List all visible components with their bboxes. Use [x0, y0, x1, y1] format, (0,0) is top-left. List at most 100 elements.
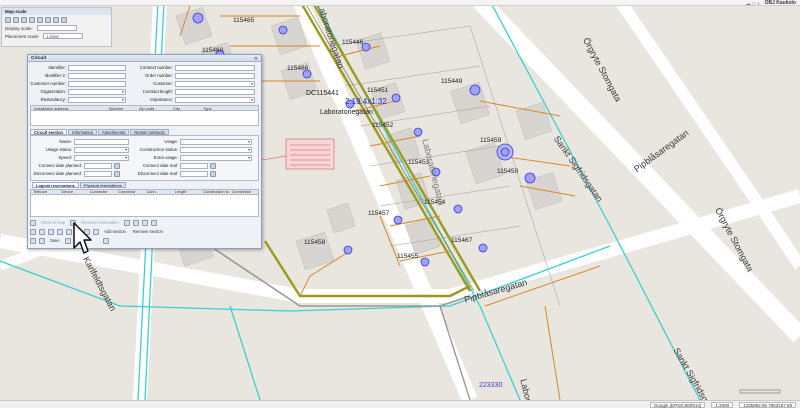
device-label: DC115441	[306, 90, 339, 97]
column-header[interactable]: Device	[59, 190, 87, 194]
parcel-label: 115446	[342, 39, 364, 46]
placement-scale-input[interactable]: 1:2000	[43, 33, 84, 39]
column-header[interactable]: Installation address	[31, 106, 106, 111]
parcel-label: 115457	[368, 210, 390, 217]
reservation-table-body[interactable]	[30, 195, 259, 217]
projection-label: Google (EPSG:900913)	[649, 402, 706, 408]
info-icon[interactable]	[45, 16, 51, 23]
parcel-label: 115450	[497, 168, 519, 175]
first-icon[interactable]	[30, 237, 36, 244]
disconnect-planned-input[interactable]	[84, 170, 112, 177]
column-header[interactable]: Conn.	[145, 190, 173, 194]
tool-icon[interactable]	[123, 219, 130, 226]
field-label: Speed:	[58, 155, 72, 160]
contract-length-input[interactable]	[175, 88, 255, 95]
mouse-cursor-icon	[73, 222, 92, 254]
connect-planned-row: Connect date planned:	[32, 162, 120, 169]
column-header[interactable]: City	[170, 106, 200, 111]
parcel-label: 115458	[304, 239, 326, 246]
order-number-input[interactable]	[175, 72, 255, 79]
field-label: Extra usage:	[153, 155, 178, 160]
disconnect-real-input[interactable]	[180, 170, 208, 177]
show-in-map-icon[interactable]	[30, 219, 36, 226]
customer-select[interactable]	[175, 80, 255, 87]
connect-real-input[interactable]	[180, 162, 208, 169]
field-label: Connect date real:	[142, 163, 178, 168]
tool-icon[interactable]	[141, 219, 148, 226]
calendar-icon[interactable]	[210, 170, 216, 177]
placement-scale-row: Placement scale: 1:2000	[2, 32, 111, 40]
pan-icon[interactable]	[21, 16, 27, 23]
layers-icon[interactable]	[61, 16, 67, 23]
tab-physical-reservations[interactable]: Physical reservations	[79, 182, 126, 188]
zoom-in-icon[interactable]	[5, 16, 11, 23]
close-icon[interactable]: ✕	[254, 56, 258, 62]
measure-icon[interactable]	[37, 16, 43, 23]
calendar-icon[interactable]	[114, 162, 120, 169]
column-header[interactable]: Number	[106, 106, 136, 111]
importance-select[interactable]	[175, 96, 255, 103]
extra-usage-select[interactable]	[180, 154, 252, 161]
identifier2-input[interactable]	[68, 72, 126, 79]
usage-select[interactable]	[180, 138, 252, 145]
section-name-input[interactable]	[74, 138, 129, 145]
reservation-actions: Show in map Remove reservation	[30, 219, 157, 226]
tool-icon[interactable]	[150, 219, 157, 226]
connect-planned-input[interactable]	[84, 162, 112, 169]
identifier-row: Identifier:	[30, 64, 126, 71]
field-label: Order number:	[145, 73, 173, 78]
select-icon[interactable]	[29, 16, 35, 23]
address-table-body[interactable]	[30, 111, 259, 126]
construction-status-select[interactable]	[180, 146, 252, 153]
column-header[interactable]: Telecom premises	[31, 190, 59, 199]
speed-select[interactable]	[74, 154, 129, 161]
identifier-input[interactable]	[68, 64, 126, 71]
contract-length-row: Contract length:	[133, 88, 255, 95]
calendar-icon[interactable]	[114, 170, 120, 177]
prev-icon[interactable]	[39, 237, 45, 244]
redundancy-select[interactable]	[68, 96, 126, 103]
display-scale-row: Display scale:	[2, 24, 111, 32]
connect-real-row: Connect date real:	[136, 162, 216, 169]
contract-number-input[interactable]	[175, 64, 255, 71]
add-section-icon[interactable]	[93, 228, 99, 235]
customer-number-input[interactable]	[68, 80, 126, 87]
column-header[interactable]: Zip code	[136, 106, 170, 111]
column-header[interactable]: Connector	[116, 190, 144, 194]
zoom-readout[interactable]: 1:2000	[711, 402, 734, 408]
delete-icon[interactable]	[57, 228, 63, 235]
zoom-out-icon[interactable]	[13, 16, 19, 23]
next-icon[interactable]	[64, 237, 71, 244]
print-icon[interactable]	[53, 16, 59, 23]
column-header[interactable]: Length	[173, 190, 201, 194]
organization-select[interactable]	[68, 88, 126, 95]
nav-icon[interactable]	[30, 228, 36, 235]
field-label: Customer:	[153, 81, 173, 86]
footer-actions: Save	[30, 237, 109, 244]
tool-icon[interactable]	[132, 219, 139, 226]
extra-usage-row: Extra usage:	[136, 154, 252, 161]
order-number-row: Order number:	[133, 72, 255, 79]
display-scale-input[interactable]	[36, 25, 77, 31]
add-section-button[interactable]: Add section	[102, 229, 128, 234]
save-icon[interactable]	[39, 228, 45, 235]
column-header[interactable]: Type	[200, 106, 230, 111]
copy-icon[interactable]	[48, 228, 54, 235]
field-label: Disconnect date planned:	[33, 171, 83, 176]
column-header[interactable]: Connection det.	[230, 190, 258, 199]
parcel-label: 115460	[202, 47, 224, 54]
tab-logical-reservations[interactable]: Logical reservations	[32, 182, 79, 188]
field-label: Disconnect date real:	[137, 171, 178, 176]
usage-status-select[interactable]	[74, 146, 129, 153]
show-in-map-button[interactable]: Show in map	[39, 220, 67, 225]
display-scale-label: Display scale:	[5, 25, 33, 31]
reservation-tabs: Logical reservations Physical reservatio…	[32, 182, 126, 188]
parcel-label: 115465	[233, 17, 255, 24]
save-button[interactable]: Save	[48, 238, 62, 243]
column-header[interactable]: Connector	[88, 190, 116, 194]
column-header[interactable]: Construction st.	[201, 190, 229, 194]
field-label: Importance:	[150, 97, 173, 102]
sync-icon[interactable]	[102, 237, 109, 244]
remove-section-button[interactable]: Remove section	[131, 229, 165, 234]
calendar-icon[interactable]	[210, 162, 216, 169]
